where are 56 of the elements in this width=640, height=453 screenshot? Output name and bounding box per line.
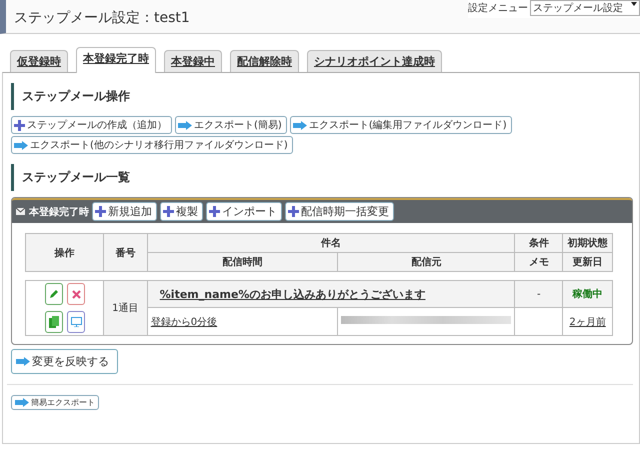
menu-label: 設定メニュー [468, 2, 528, 15]
arrow-icon [14, 140, 28, 150]
export-button[interactable]: エクスポート(簡易) [175, 116, 287, 134]
plus-icon [288, 206, 299, 217]
monitor-icon [70, 317, 82, 327]
pencil-icon [49, 289, 60, 299]
panel-title: 本登録完了時 [16, 204, 89, 218]
apply-changes-button[interactable]: 変更を反映する [11, 349, 118, 374]
column-header: 操作 [26, 234, 104, 272]
table-cell: - [514, 280, 563, 308]
toolbar-button[interactable]: 配信時期一括変更 [285, 202, 394, 221]
section-heading: ステップメール操作 [11, 83, 633, 110]
column-header: 配信元 [338, 252, 515, 272]
dropdown-caret-icon [631, 1, 637, 7]
mail-icon [16, 208, 25, 215]
simple-export-button[interactable]: 簡易エクスポート [11, 395, 99, 410]
column-header: メモ [514, 252, 563, 272]
arrow-icon [292, 120, 307, 130]
arrow-icon [15, 398, 29, 407]
plus-icon [209, 206, 220, 217]
copy-button[interactable] [45, 311, 64, 333]
tab[interactable]: 仮登録時 [10, 50, 68, 72]
column-header: 条件 [514, 234, 563, 252]
export-button[interactable]: エクスポート(編集用ファイルダウンロード) [290, 116, 512, 134]
tab[interactable]: シナリオポイント達成時 [307, 50, 442, 72]
plus-icon [95, 206, 106, 217]
plus-icon [163, 206, 174, 217]
document-icon [49, 316, 60, 328]
toolbar-button[interactable]: インポート [206, 202, 282, 221]
preview-button[interactable] [67, 311, 86, 333]
column-header: 番号 [103, 234, 148, 272]
tab[interactable]: 本登録完了時 [76, 47, 156, 73]
column-header: 更新日 [562, 252, 612, 272]
toolbar-button[interactable]: 複製 [160, 202, 203, 221]
settings-menu-dropdown[interactable]: ステップメール設定 [530, 0, 640, 16]
export-button[interactable]: エクスポート(他のシナリオ移行用ファイルダウンロード) [11, 136, 293, 154]
edit-button[interactable] [45, 283, 64, 305]
section-heading: ステップメール一覧 [11, 164, 633, 191]
arrow-icon [178, 120, 192, 130]
column-header: 配信時間 [147, 252, 338, 272]
status-cell: 稼働中 [562, 280, 612, 308]
updated-link[interactable]: 2ヶ月前 [562, 308, 612, 336]
plus-icon [14, 120, 25, 130]
tab[interactable]: 本登録中 [164, 50, 222, 72]
column-header: 件名 [147, 234, 515, 252]
page-title: ステップメール設定：test1 [13, 9, 190, 27]
arrow-icon [16, 357, 30, 366]
subject-link[interactable]: %item_name%のお申し込みありがとうございます [147, 280, 515, 308]
column-header: 初期状態 [562, 234, 612, 252]
add-button[interactable]: ステップメールの作成（追加） [11, 116, 172, 134]
tab[interactable]: 配信解除時 [230, 50, 299, 72]
table-cell: 1通目 [103, 280, 148, 336]
cross-icon [72, 290, 81, 298]
timing-link[interactable]: 登録から0分後 [147, 308, 338, 336]
toolbar-button[interactable]: 新規追加 [92, 202, 157, 221]
delete-button[interactable] [67, 283, 86, 305]
